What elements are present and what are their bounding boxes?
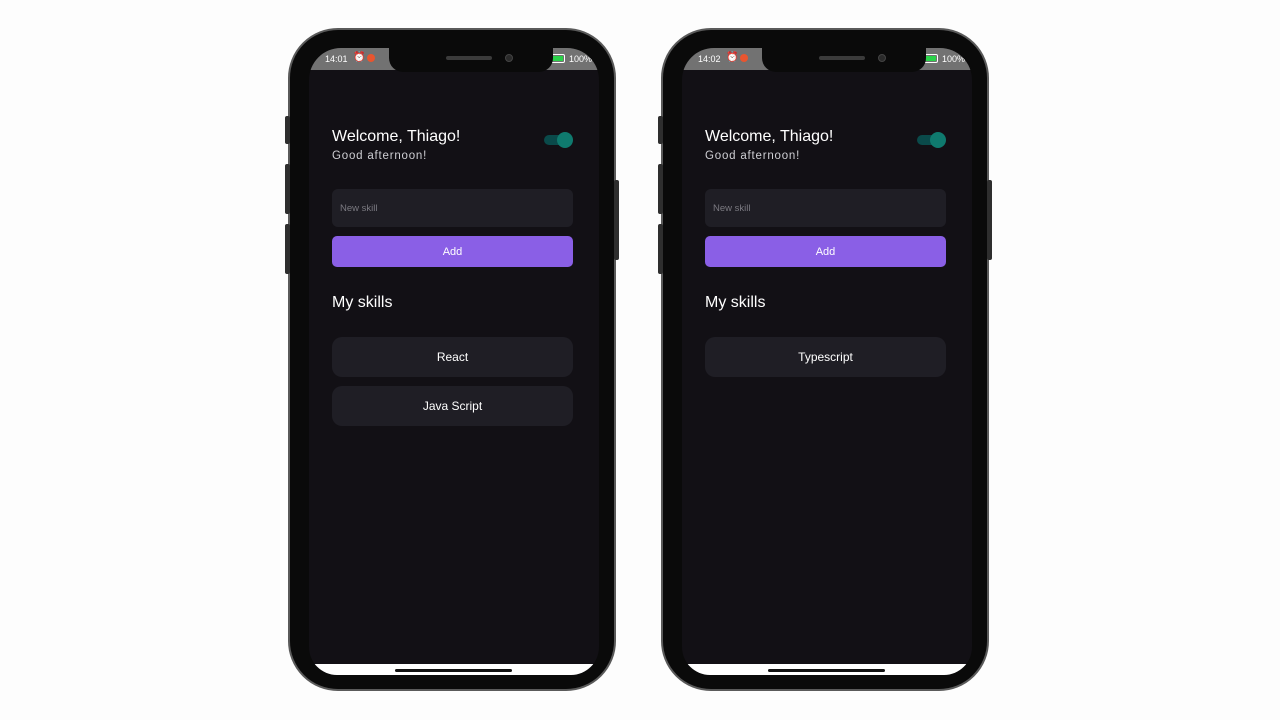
notification-icon — [367, 54, 375, 62]
bottom-gesture-bar — [682, 664, 972, 675]
skills-section-title: My skills — [332, 294, 393, 311]
power-button — [987, 180, 992, 260]
toggle-thumb — [930, 132, 946, 148]
new-skill-input[interactable] — [332, 189, 573, 227]
theme-toggle[interactable] — [544, 132, 573, 148]
theme-toggle[interactable] — [917, 132, 946, 148]
toggle-thumb — [557, 132, 573, 148]
skill-card[interactable]: React — [332, 337, 573, 377]
skill-card[interactable]: Typescript — [705, 337, 946, 377]
speaker-grille — [819, 56, 865, 60]
stage: 14:01 ⏰ ≋ 100% Welcome, Thiago! Good aft… — [0, 0, 1280, 720]
app-screen: 14:01 ⏰ ≋ 100% Welcome, Thiago! Good aft… — [309, 48, 599, 675]
battery-percent: 100% — [942, 54, 966, 64]
bottom-gesture-bar — [309, 664, 599, 675]
notch — [389, 48, 553, 72]
power-button — [614, 180, 619, 260]
volume-up-button — [285, 164, 290, 214]
greeting-subtitle: Good afternoon! — [332, 150, 428, 162]
volume-down-button — [285, 224, 290, 274]
skill-card[interactable]: Java Script — [332, 386, 573, 426]
alarm-icon: ⏰ — [726, 52, 739, 63]
front-camera — [878, 54, 886, 62]
phone-mockup-left: 14:01 ⏰ ≋ 100% Welcome, Thiago! Good aft… — [285, 28, 619, 691]
alarm-icon: ⏰ — [353, 52, 366, 63]
add-skill-button[interactable]: Add — [332, 236, 573, 267]
skills-list: Typescript — [705, 337, 946, 386]
greeting-subtitle: Good afternoon! — [705, 150, 801, 162]
battery-percent: 100% — [569, 54, 593, 64]
add-skill-button[interactable]: Add — [705, 236, 946, 267]
new-skill-input[interactable] — [705, 189, 946, 227]
status-time: 14:01 — [325, 54, 348, 64]
volume-down-button — [658, 224, 663, 274]
notification-icon — [740, 54, 748, 62]
home-indicator[interactable] — [768, 669, 885, 672]
skills-list: React Java Script — [332, 337, 573, 435]
phone-mockup-right: 14:02 ⏰ ≋ 100% Welcome, Thiago! Good aft… — [658, 28, 992, 691]
volume-up-button — [658, 164, 663, 214]
home-indicator[interactable] — [395, 669, 512, 672]
welcome-title: Welcome, Thiago! — [332, 128, 461, 145]
front-camera — [505, 54, 513, 62]
mute-switch — [658, 116, 663, 144]
skills-section-title: My skills — [705, 294, 766, 311]
status-time: 14:02 — [698, 54, 721, 64]
welcome-title: Welcome, Thiago! — [705, 128, 834, 145]
app-screen: 14:02 ⏰ ≋ 100% Welcome, Thiago! Good aft… — [682, 48, 972, 675]
speaker-grille — [446, 56, 492, 60]
mute-switch — [285, 116, 290, 144]
notch — [762, 48, 926, 72]
